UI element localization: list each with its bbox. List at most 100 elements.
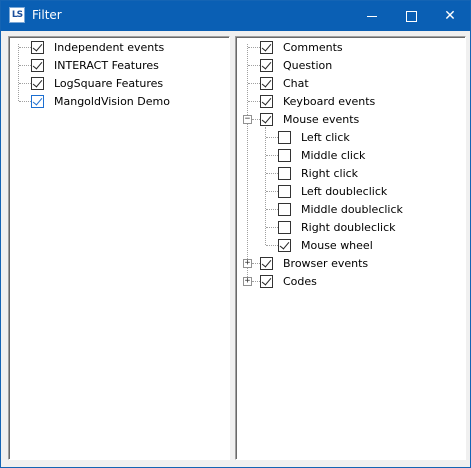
tree-line [247, 44, 248, 281]
checkmark-icon [32, 40, 43, 52]
tree-item-middle-click[interactable]: Middle click [278, 146, 365, 164]
checkbox[interactable] [278, 202, 291, 216]
tree-item-label: Left doubleclick [301, 184, 388, 198]
expand-toggle-icon[interactable]: + [243, 259, 252, 268]
tree-line [266, 227, 278, 228]
tree-line [266, 137, 278, 138]
checkmark-icon [261, 76, 272, 88]
tree-item-logsquare-features[interactable]: LogSquare Features [31, 74, 163, 92]
tree-item-question[interactable]: Question [260, 56, 332, 74]
tree-item-label: Middle click [301, 148, 366, 162]
close-icon: ✕ [444, 8, 456, 24]
tree-line [19, 65, 31, 66]
tree-line [266, 173, 278, 174]
checkbox[interactable] [278, 220, 291, 234]
tree-item-label: LogSquare Features [54, 76, 164, 90]
tree-item-mouse-wheel[interactable]: Mouse wheel [278, 236, 373, 254]
tree-item-browser-events[interactable]: Browser events [260, 254, 368, 272]
expand-toggle-icon[interactable]: + [243, 277, 252, 286]
checkmark-icon [261, 58, 272, 70]
tree-line [248, 65, 260, 66]
tree-item-mouse-events[interactable]: Mouse events [260, 110, 359, 128]
checkbox[interactable] [278, 130, 291, 144]
tree-line [266, 245, 278, 246]
tree-item-label: Independent events [54, 40, 165, 54]
tree-item-label: Right doubleclick [301, 220, 396, 234]
checkbox[interactable] [260, 40, 273, 54]
tree-item-independent-events[interactable]: Independent events [31, 38, 164, 56]
tree-item-label: Mouse events [283, 112, 360, 126]
tree-item-label: Browser events [283, 256, 369, 270]
tree-item-left-doubleclick[interactable]: Left doubleclick [278, 182, 387, 200]
tree-line [252, 281, 260, 282]
tree-line [19, 83, 31, 84]
tree-item-label: INTERACT Features [54, 58, 159, 72]
tree-item-label: Keyboard events [283, 94, 376, 108]
checkbox[interactable] [260, 76, 273, 90]
filter-window: LS Filter ✕ Independent events INTERACT … [0, 0, 471, 468]
tree-line [19, 47, 31, 48]
checkbox[interactable] [31, 40, 44, 54]
checkmark-icon [261, 274, 272, 286]
minimize-button[interactable] [352, 1, 392, 31]
checkbox[interactable] [31, 76, 44, 90]
tree-line [248, 101, 260, 102]
tree-item-label: Codes [283, 274, 317, 288]
tree-item-middle-doubleclick[interactable]: Middle doubleclick [278, 200, 403, 218]
tree-line [248, 47, 260, 48]
window-title: Filter [32, 8, 62, 22]
close-button[interactable]: ✕ [430, 1, 470, 31]
collapse-toggle-icon[interactable]: − [243, 115, 252, 124]
checkbox[interactable] [260, 112, 273, 126]
tree-item-left-click[interactable]: Left click [278, 128, 350, 146]
checkmark-icon [261, 256, 272, 268]
tree-line [248, 83, 260, 84]
tree-item-keyboard-events[interactable]: Keyboard events [260, 92, 375, 110]
tree-item-comments[interactable]: Comments [260, 38, 343, 56]
checkbox[interactable] [260, 58, 273, 72]
tree-item-right-click[interactable]: Right click [278, 164, 358, 182]
tree-item-mangoldvision-demo[interactable]: MangoldVision Demo [31, 92, 170, 110]
left-tree-view[interactable]: Independent events INTERACT Features Log… [8, 36, 230, 460]
checkmark-icon [279, 238, 290, 250]
tree-item-label: Comments [283, 40, 343, 54]
checkmark-icon [32, 94, 43, 106]
tree-item-label: Right click [301, 166, 359, 180]
pane-splitter[interactable] [229, 36, 234, 460]
checkmark-icon [32, 76, 43, 88]
checkmark-icon [261, 94, 272, 106]
minimize-icon [367, 15, 377, 17]
tree-item-label: Chat [283, 76, 309, 90]
maximize-button[interactable] [391, 1, 431, 31]
checkbox[interactable] [278, 148, 291, 162]
checkbox[interactable] [31, 58, 44, 72]
app-logo-icon: LS [9, 7, 25, 23]
tree-item-label: Mouse wheel [301, 238, 373, 252]
tree-item-label: Question [283, 58, 333, 72]
checkbox[interactable] [260, 94, 273, 108]
tree-line [252, 263, 260, 264]
checkmark-icon [32, 58, 43, 70]
title-bar[interactable]: LS Filter ✕ [1, 1, 470, 31]
checkbox[interactable] [31, 94, 44, 108]
tree-line [266, 191, 278, 192]
checkbox[interactable] [278, 166, 291, 180]
tree-item-label: Middle doubleclick [301, 202, 403, 216]
tree-item-label: MangoldVision Demo [54, 94, 170, 108]
tree-item-right-doubleclick[interactable]: Right doubleclick [278, 218, 396, 236]
checkbox[interactable] [278, 184, 291, 198]
checkbox[interactable] [260, 256, 273, 270]
tree-item-chat[interactable]: Chat [260, 74, 309, 92]
tree-line [19, 101, 31, 102]
tree-item-label: Left click [301, 130, 350, 144]
maximize-icon [405, 10, 417, 22]
tree-line [266, 155, 278, 156]
tree-item-codes[interactable]: Codes [260, 272, 317, 290]
tree-line [252, 119, 260, 120]
checkbox[interactable] [278, 238, 291, 252]
checkmark-icon [261, 112, 272, 124]
right-tree-view[interactable]: Comments Question Chat Keyboard events −… [235, 36, 466, 460]
tree-line [18, 44, 19, 101]
checkbox[interactable] [260, 274, 273, 288]
tree-item-interact-features[interactable]: INTERACT Features [31, 56, 159, 74]
